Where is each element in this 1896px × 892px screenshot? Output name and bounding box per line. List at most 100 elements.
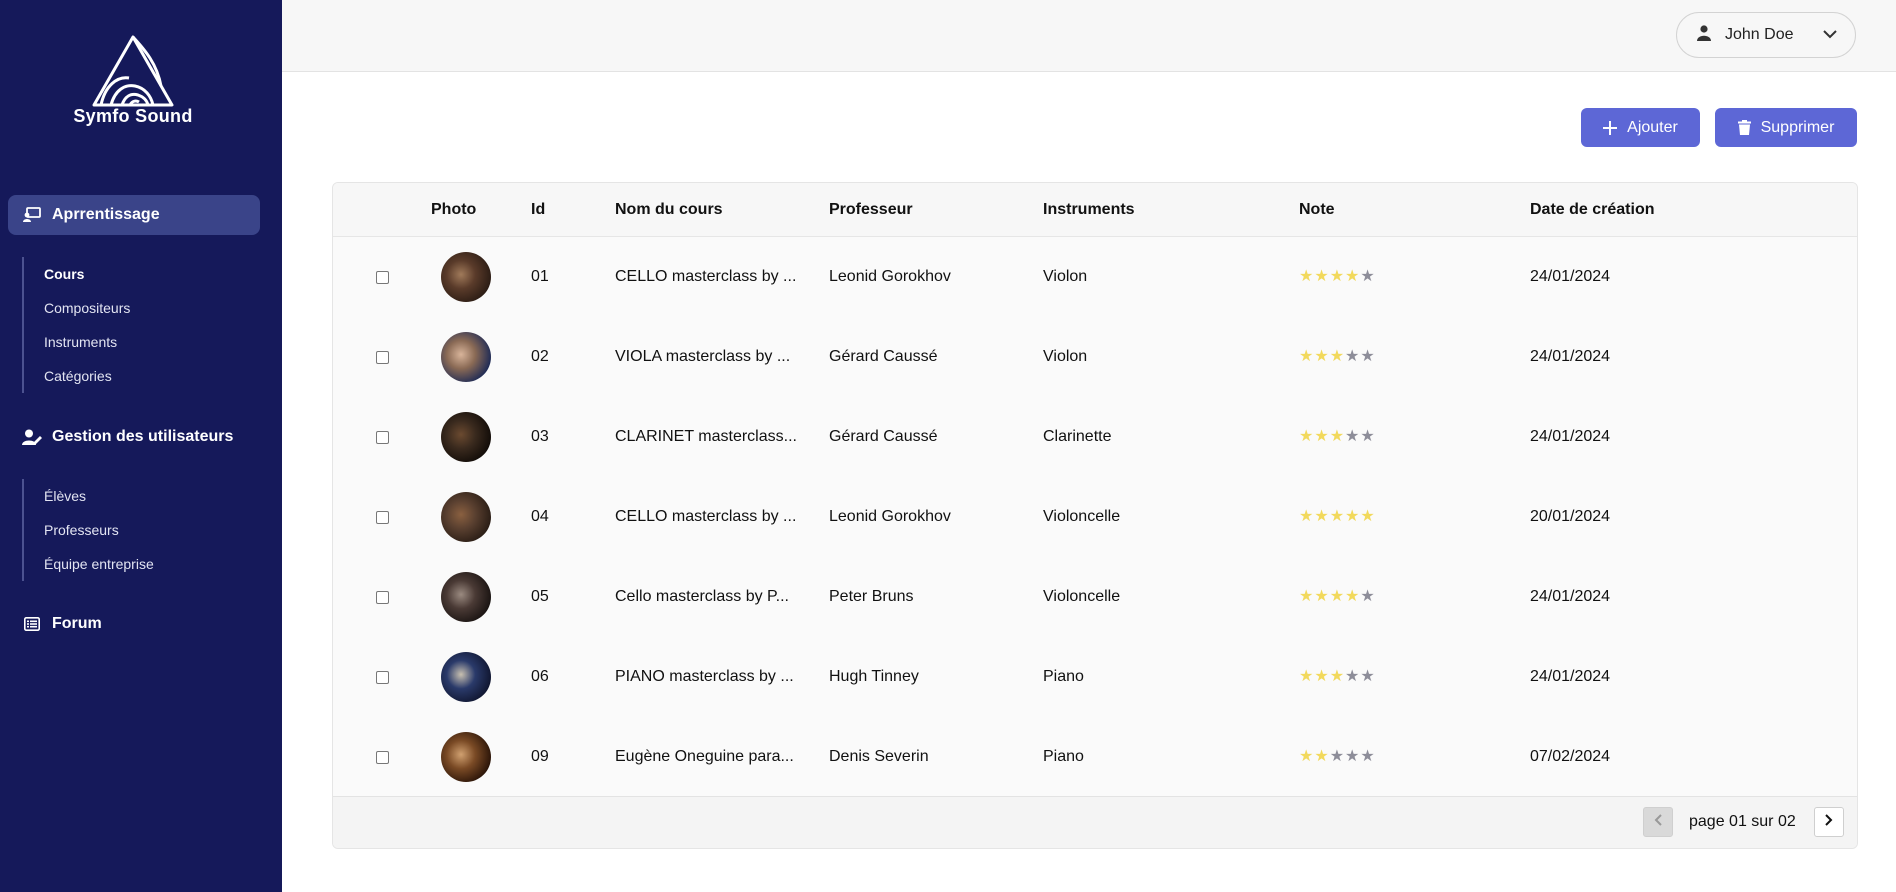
brand-logo[interactable]: Symfo Sound <box>0 34 266 127</box>
previous-page-button[interactable] <box>1643 807 1673 837</box>
row-checkbox[interactable] <box>376 510 389 524</box>
id-cell: 01 <box>531 268 549 285</box>
course-photo <box>441 732 491 782</box>
nav-section-label: Gestion des utilisateurs <box>52 428 234 445</box>
star-icon: ★ <box>1299 508 1314 525</box>
nav-section-gestion-utilisateurs[interactable]: Gestion des utilisateurs <box>8 417 260 457</box>
table-row[interactable]: 05 Cello masterclass by P... Peter Bruns Vi… <box>333 557 1857 637</box>
course-name-cell: VIOLA masterclass by ... <box>615 348 791 365</box>
id-cell: 09 <box>531 748 549 765</box>
course-name-cell: Eugène Oneguine para... <box>615 748 794 765</box>
instrument-cell: Violon <box>1043 268 1088 285</box>
sidebar-item-eleves[interactable]: Élèves <box>44 479 154 513</box>
sidebar-item-equipe-entreprise[interactable]: Équipe entreprise <box>44 547 154 581</box>
star-icon: ★ <box>1329 428 1345 445</box>
chevron-down-icon <box>1823 26 1837 44</box>
row-checkbox[interactable] <box>376 350 389 364</box>
teacher-cell: Leonid Gorokhov <box>829 508 951 525</box>
logo-icon <box>92 35 174 107</box>
rating-cell: ★ ★ ★ ★ ★ <box>1299 237 1375 317</box>
user-icon <box>1697 24 1711 46</box>
teacher-cell: Gérard Caussé <box>829 348 938 365</box>
rating-cell: ★ ★ ★ ★ ★ <box>1299 717 1375 797</box>
user-name: John Doe <box>1725 26 1794 43</box>
row-checkbox[interactable] <box>376 430 389 444</box>
rating-cell: ★ ★ ★ ★ ★ <box>1299 397 1375 477</box>
sidebar: Symfo Sound Aprrentissage Cours Composit… <box>0 0 282 892</box>
chevron-right-icon <box>1825 813 1833 831</box>
sidebar-item-compositeurs[interactable]: Compositeurs <box>44 291 130 325</box>
star-icon: ★ <box>1360 748 1375 765</box>
star-icon: ★ <box>1329 348 1345 365</box>
id-cell: 02 <box>531 348 549 365</box>
table-row[interactable]: 06 PIANO masterclass by ... Hugh Tinney Pia… <box>333 637 1857 717</box>
instrument-cell: Clarinette <box>1043 428 1112 445</box>
star-icon: ★ <box>1345 588 1360 605</box>
nav-section-forum[interactable]: Forum <box>8 604 260 644</box>
star-icon: ★ <box>1329 668 1345 685</box>
row-checkbox-cell <box>376 397 389 477</box>
star-icon: ★ <box>1329 268 1345 285</box>
next-page-button[interactable] <box>1814 807 1844 837</box>
date-cell: 24/01/2024 <box>1530 348 1611 365</box>
column-header-course[interactable]: Nom du cours <box>615 183 723 237</box>
column-header-date[interactable]: Date de création <box>1530 183 1654 237</box>
course-photo <box>441 252 491 302</box>
photo-cell <box>441 637 491 717</box>
instrument-cell: Violon <box>1043 348 1088 365</box>
star-icon: ★ <box>1299 748 1314 765</box>
date-cell: 24/01/2024 <box>1530 588 1611 605</box>
row-checkbox[interactable] <box>376 270 389 284</box>
column-header-id[interactable]: Id <box>531 183 545 237</box>
photo-cell <box>441 477 491 557</box>
rating-stars: ★ ★ ★ ★ ★ <box>1299 749 1375 765</box>
courses-table: Photo Id Nom du cours Professeur Instrum… <box>332 182 1858 849</box>
course-name-cell: CELLO masterclass by ... <box>615 268 797 285</box>
star-icon: ★ <box>1314 748 1329 765</box>
rating-stars: ★ ★ ★ ★ ★ <box>1299 589 1375 605</box>
column-header-rating[interactable]: Note <box>1299 183 1335 237</box>
rating-stars: ★ ★ ★ ★ ★ <box>1299 669 1375 685</box>
sub-nav-gestion-utilisateurs: Élèves Professeurs Équipe entreprise <box>22 479 154 581</box>
rating-cell: ★ ★ ★ ★ ★ <box>1299 557 1375 637</box>
instrument-cell: Piano <box>1043 668 1084 685</box>
row-checkbox[interactable] <box>376 670 389 684</box>
star-icon: ★ <box>1345 348 1360 365</box>
star-icon: ★ <box>1345 508 1360 525</box>
add-button-label: Ajouter <box>1627 118 1678 136</box>
table-row[interactable]: 02 VIOLA masterclass by ... Gérard Caussé V… <box>333 317 1857 397</box>
sidebar-item-cours[interactable]: Cours <box>44 257 130 291</box>
add-button[interactable]: Ajouter <box>1581 108 1700 147</box>
delete-button[interactable]: Supprimer <box>1715 108 1857 147</box>
user-menu-button[interactable]: John Doe <box>1676 12 1856 58</box>
teacher-cell: Peter Bruns <box>829 588 914 605</box>
teacher-cell: Gérard Caussé <box>829 428 938 445</box>
course-photo <box>441 652 491 702</box>
column-header-teacher[interactable]: Professeur <box>829 183 913 237</box>
rating-cell: ★ ★ ★ ★ ★ <box>1299 477 1375 557</box>
star-icon: ★ <box>1345 268 1360 285</box>
row-checkbox-cell <box>376 477 389 557</box>
sidebar-item-professeurs[interactable]: Professeurs <box>44 513 154 547</box>
table-row[interactable]: 09 Eugène Oneguine para... Denis Severin Pi… <box>333 717 1857 797</box>
id-cell: 03 <box>531 428 549 445</box>
table-row[interactable]: 01 CELLO masterclass by ... Leonid Gorokho… <box>333 237 1857 317</box>
id-cell: 05 <box>531 588 549 605</box>
row-checkbox[interactable] <box>376 590 389 604</box>
table-row[interactable]: 03 CLARINET masterclass... Gérard Caussé Cl… <box>333 397 1857 477</box>
sidebar-item-categories[interactable]: Catégories <box>44 359 130 393</box>
star-icon: ★ <box>1314 588 1329 605</box>
star-icon: ★ <box>1299 348 1314 365</box>
sidebar-item-instruments[interactable]: Instruments <box>44 325 130 359</box>
nav-section-apprentissage[interactable]: Aprrentissage <box>8 195 260 235</box>
rating-stars: ★ ★ ★ ★ ★ <box>1299 429 1375 445</box>
column-header-instruments[interactable]: Instruments <box>1043 183 1135 237</box>
course-photo <box>441 572 491 622</box>
star-icon: ★ <box>1299 668 1314 685</box>
row-checkbox[interactable] <box>376 750 389 764</box>
table-row[interactable]: 04 CELLO masterclass by ... Leonid Gorokho… <box>333 477 1857 557</box>
column-header-photo[interactable]: Photo <box>431 183 476 237</box>
delete-button-label: Supprimer <box>1760 118 1835 136</box>
row-checkbox-cell <box>376 317 389 397</box>
course-photo <box>441 492 491 542</box>
